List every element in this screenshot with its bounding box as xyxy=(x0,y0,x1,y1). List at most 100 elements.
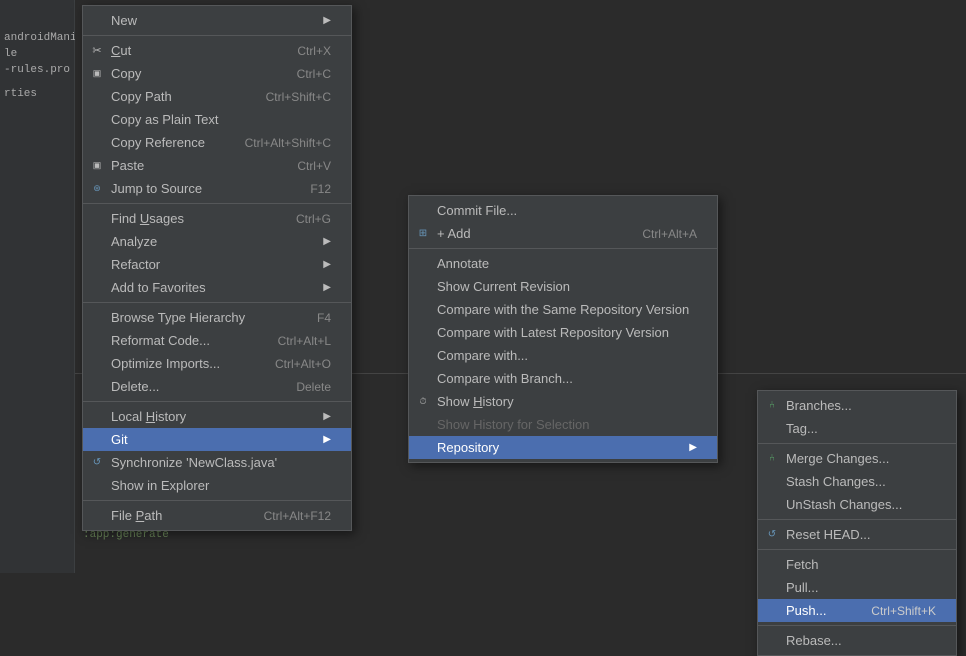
menu-item-copy[interactable]: ▣ Copy Ctrl+C xyxy=(83,62,351,85)
menu-item-delete-label: Delete... xyxy=(111,379,159,394)
menu-item-local-history-label: Local History xyxy=(111,409,186,424)
git-menu-item-compare-same[interactable]: Compare with the Same Repository Version xyxy=(409,298,717,321)
repo-menu-item-tag[interactable]: Tag... xyxy=(758,417,956,440)
menu-item-refactor[interactable]: Refactor ▶ xyxy=(83,253,351,276)
repo-menu-item-stash[interactable]: Stash Changes... xyxy=(758,470,956,493)
git-menu-item-compare-same-label: Compare with the Same Repository Version xyxy=(437,302,689,317)
sidebar-item-3: -rules.pro xyxy=(0,62,74,78)
menu-item-copy-label: Copy xyxy=(111,66,141,81)
git-menu-item-show-current[interactable]: Show Current Revision xyxy=(409,275,717,298)
menu-item-copy-plain-label: Copy as Plain Text xyxy=(111,112,218,127)
repo-menu-item-stash-label: Stash Changes... xyxy=(786,474,886,489)
menu-item-refactor-label: Refactor xyxy=(111,257,160,272)
show-history-icon: ⏱ xyxy=(415,394,431,410)
git-menu-item-compare-with[interactable]: Compare with... xyxy=(409,344,717,367)
repo-sep-3 xyxy=(758,549,956,550)
menu-item-synchronize[interactable]: ↺ Synchronize 'NewClass.java' xyxy=(83,451,351,474)
menu-item-show-explorer-label: Show in Explorer xyxy=(111,478,209,493)
add-icon: ⊞ xyxy=(415,226,431,242)
git-menu-item-show-history-label: Show History xyxy=(437,394,514,409)
menu-item-browse-hierarchy[interactable]: Browse Type Hierarchy F4 xyxy=(83,306,351,329)
menu-item-optimize-imports[interactable]: Optimize Imports... Ctrl+Alt+O xyxy=(83,352,351,375)
find-usages-shortcut: Ctrl+G xyxy=(296,212,331,226)
git-sep-1 xyxy=(409,248,717,249)
git-menu-item-compare-latest[interactable]: Compare with Latest Repository Version xyxy=(409,321,717,344)
git-menu-item-annotate[interactable]: Annotate xyxy=(409,252,717,275)
menu-item-file-path[interactable]: File Path Ctrl+Alt+F12 xyxy=(83,504,351,527)
copy-shortcut: Ctrl+C xyxy=(297,67,331,81)
menu-item-new[interactable]: New ▶ xyxy=(83,9,351,32)
git-menu-item-add[interactable]: ⊞ + Add Ctrl+Alt+A xyxy=(409,222,717,245)
menu-sep-after-new xyxy=(83,35,351,36)
menu-item-jump-source[interactable]: ⊛ Jump to Source F12 xyxy=(83,177,351,200)
repo-menu-item-reset-head[interactable]: ↺ Reset HEAD... xyxy=(758,523,956,546)
menu-item-copy-path-label: Copy Path xyxy=(111,89,172,104)
repo-menu-item-branches-label: Branches... xyxy=(786,398,852,413)
git-menu-item-commit[interactable]: Commit File... xyxy=(409,199,717,222)
git-menu-item-show-history-sel[interactable]: Show History for Selection xyxy=(409,413,717,436)
menu-item-cut-label: Cut xyxy=(111,43,131,58)
submenu-arrow-local-history: ▶ xyxy=(323,411,331,422)
submenu-arrow-favorites: ▶ xyxy=(323,282,331,293)
reformat-shortcut: Ctrl+Alt+L xyxy=(278,334,331,348)
menu-item-add-favorites[interactable]: Add to Favorites ▶ xyxy=(83,276,351,299)
menu-item-show-explorer[interactable]: Show in Explorer xyxy=(83,474,351,497)
menu-item-find-usages[interactable]: Find Usages Ctrl+G xyxy=(83,207,351,230)
reset-head-icon: ↺ xyxy=(764,527,780,543)
sidebar-item-6: rties xyxy=(0,86,74,102)
menu-item-reformat[interactable]: Reformat Code... Ctrl+Alt+L xyxy=(83,329,351,352)
repo-menu-item-tag-label: Tag... xyxy=(786,421,818,436)
submenu-arrow-refactor: ▶ xyxy=(323,259,331,270)
repo-menu-item-pull[interactable]: Pull... xyxy=(758,576,956,599)
git-menu-item-repository[interactable]: Repository ▶ xyxy=(409,436,717,459)
menu-item-paste[interactable]: ▣ Paste Ctrl+V xyxy=(83,154,351,177)
repo-menu-item-merge-label: Merge Changes... xyxy=(786,451,889,466)
git-menu-item-commit-label: Commit File... xyxy=(437,203,517,218)
git-menu-item-show-history-sel-label: Show History for Selection xyxy=(437,417,589,432)
menu-item-jump-source-label: Jump to Source xyxy=(111,181,202,196)
git-submenu: Commit File... ⊞ + Add Ctrl+Alt+A Annota… xyxy=(408,195,718,463)
menu-item-synchronize-label: Synchronize 'NewClass.java' xyxy=(111,455,277,470)
repository-submenu: ⑃ Branches... Tag... ⑃ Merge Changes... … xyxy=(757,390,957,656)
push-shortcut: Ctrl+Shift+K xyxy=(871,604,936,618)
menu-item-browse-hierarchy-label: Browse Type Hierarchy xyxy=(111,310,245,325)
delete-shortcut: Delete xyxy=(296,380,331,394)
paste-icon: ▣ xyxy=(89,158,105,174)
repo-menu-item-unstash-label: UnStash Changes... xyxy=(786,497,902,512)
copy-path-shortcut: Ctrl+Shift+C xyxy=(266,90,331,104)
git-menu-item-compare-branch[interactable]: Compare with Branch... xyxy=(409,367,717,390)
sidebar-item-1: androidManife xyxy=(0,30,74,46)
menu-item-cut[interactable]: ✂ Cut Ctrl+X xyxy=(83,39,351,62)
menu-item-copy-path[interactable]: Copy Path Ctrl+Shift+C xyxy=(83,85,351,108)
git-menu-item-show-history[interactable]: ⏱ Show History xyxy=(409,390,717,413)
sidebar-item-2: le xyxy=(0,46,74,62)
file-path-shortcut: Ctrl+Alt+F12 xyxy=(264,509,331,523)
jump-source-icon: ⊛ xyxy=(89,181,105,197)
menu-item-copy-plain[interactable]: Copy as Plain Text xyxy=(83,108,351,131)
synchronize-icon: ↺ xyxy=(89,455,105,471)
menu-item-local-history[interactable]: Local History ▶ xyxy=(83,405,351,428)
menu-sep-2 xyxy=(83,203,351,204)
main-context-menu: New ▶ ✂ Cut Ctrl+X ▣ Copy Ctrl+C Copy Pa… xyxy=(82,5,352,531)
cut-icon: ✂ xyxy=(89,43,105,59)
menu-item-find-usages-label: Find Usages xyxy=(111,211,184,226)
menu-item-analyze[interactable]: Analyze ▶ xyxy=(83,230,351,253)
repo-sep-1 xyxy=(758,443,956,444)
repo-menu-item-rebase[interactable]: Rebase... xyxy=(758,629,956,652)
menu-sep-3 xyxy=(83,302,351,303)
repo-menu-item-fetch-label: Fetch xyxy=(786,557,819,572)
repo-menu-item-merge[interactable]: ⑃ Merge Changes... xyxy=(758,447,956,470)
menu-item-git[interactable]: Git ▶ xyxy=(83,428,351,451)
menu-item-copy-ref[interactable]: Copy Reference Ctrl+Alt+Shift+C xyxy=(83,131,351,154)
repo-sep-2 xyxy=(758,519,956,520)
repo-menu-item-branches[interactable]: ⑃ Branches... xyxy=(758,394,956,417)
repo-menu-item-pull-label: Pull... xyxy=(786,580,819,595)
git-menu-item-annotate-label: Annotate xyxy=(437,256,489,271)
git-menu-item-compare-latest-label: Compare with Latest Repository Version xyxy=(437,325,669,340)
menu-item-delete[interactable]: Delete... Delete xyxy=(83,375,351,398)
menu-item-git-label: Git xyxy=(111,432,128,447)
add-shortcut: Ctrl+Alt+A xyxy=(642,227,697,241)
repo-menu-item-push-label: Push... xyxy=(786,603,826,618)
repo-menu-item-push[interactable]: Push... Ctrl+Shift+K xyxy=(758,599,956,622)
repo-menu-item-unstash[interactable]: UnStash Changes... xyxy=(758,493,956,516)
